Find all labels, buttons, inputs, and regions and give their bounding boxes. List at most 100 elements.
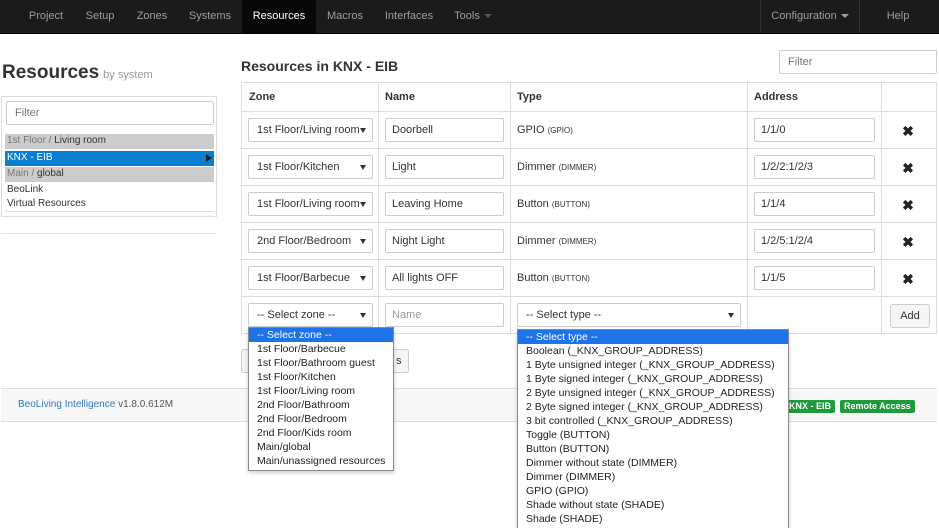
column-header-address[interactable]: Address: [754, 91, 798, 103]
type-option[interactable]: Dimmer without state (DIMMER): [518, 456, 788, 470]
zone-select[interactable]: 1st Floor/Living room: [248, 118, 373, 142]
sidebar-item-knx-eib[interactable]: KNX - EIB: [5, 151, 214, 166]
new-name-input[interactable]: Name: [385, 303, 504, 327]
zone-select-value: 1st Floor/Kitchen: [257, 161, 340, 173]
type-option[interactable]: Button (BUTTON): [518, 442, 788, 456]
type-cell: Button (BUTTON): [517, 198, 590, 210]
nav-setup[interactable]: Setup: [74, 0, 126, 33]
app-name-link[interactable]: BeoLiving Intelligence: [18, 399, 115, 410]
chevron-down-icon: [360, 165, 366, 170]
divider: [1, 233, 217, 234]
zone-option[interactable]: 2nd Floor/Kids room: [249, 426, 393, 440]
zone-select-value: 2nd Floor/Bedroom: [257, 235, 352, 247]
type-option[interactable]: 2 Byte unsigned integer (_KNX_GROUP_ADDR…: [518, 386, 788, 400]
table-rule: [510, 83, 511, 333]
nav-macros[interactable]: Macros: [316, 0, 374, 33]
type-option[interactable]: 1 Byte signed integer (_KNX_GROUP_ADDRES…: [518, 372, 788, 386]
zone-option[interactable]: 1st Floor/Living room: [249, 384, 393, 398]
type-option[interactable]: Shade without state (SHADE): [518, 498, 788, 512]
address-input[interactable]: 1/1/4: [754, 192, 875, 216]
footer: BeoLiving Intelligence v1.8.0.612M KNX -…: [1, 388, 937, 422]
top-navbar: Project Setup Zones Systems Resources Ma…: [0, 0, 939, 34]
zone-select[interactable]: 2nd Floor/Bedroom: [248, 229, 373, 253]
zone-option[interactable]: 2nd Floor/Bathroom: [249, 398, 393, 412]
nav-project[interactable]: Project: [18, 0, 74, 33]
zone-option[interactable]: -- Select zone --: [249, 328, 393, 342]
zone-option[interactable]: 1st Floor/Kitchen: [249, 370, 393, 384]
type-option[interactable]: Toggle (BUTTON): [518, 428, 788, 442]
sidebar-item-virtual-resources[interactable]: Virtual Resources: [5, 197, 214, 212]
type-option[interactable]: GPIO (GPIO): [518, 484, 788, 498]
address-input[interactable]: 1/2/5:1/2/4: [754, 229, 875, 253]
delete-icon[interactable]: ✖: [902, 160, 914, 177]
new-type-select-value: -- Select type --: [526, 309, 602, 321]
zone-dropdown-list: -- Select zone -- 1st Floor/Barbecue 1st…: [248, 327, 394, 471]
zone-select[interactable]: 1st Floor/Kitchen: [248, 155, 373, 179]
zone-select[interactable]: 1st Floor/Barbecue: [248, 266, 373, 290]
name-input[interactable]: Night Light: [385, 229, 504, 253]
caret-right-icon: [206, 154, 212, 162]
type-code: (BUTTON): [551, 200, 590, 209]
table-rule: [242, 148, 936, 149]
nav-resources[interactable]: Resources: [242, 0, 316, 33]
delete-icon[interactable]: ✖: [902, 271, 914, 288]
sidebar-item-beolink[interactable]: BeoLink: [5, 183, 214, 198]
name-input[interactable]: Light: [385, 155, 504, 179]
zone-select[interactable]: 1st Floor/Living room: [248, 192, 373, 216]
address-input[interactable]: 1/1/5: [754, 266, 875, 290]
type-option[interactable]: 1 Byte unsigned integer (_KNX_GROUP_ADDR…: [518, 358, 788, 372]
address-input[interactable]: 1/1/0: [754, 118, 875, 142]
delete-icon[interactable]: ✖: [902, 234, 914, 251]
type-label: Dimmer: [517, 161, 556, 173]
zone-option[interactable]: Main/global: [249, 440, 393, 454]
resources-title: Resources in KNX - EIB: [241, 58, 399, 74]
column-header-zone[interactable]: Zone: [249, 91, 275, 103]
column-header-name[interactable]: Name: [385, 91, 415, 103]
zone-option[interactable]: 1st Floor/Bathroom guest: [249, 356, 393, 370]
sidebar-filter-input[interactable]: [6, 101, 214, 125]
nav-tools-label: Tools: [454, 10, 480, 22]
column-header-type[interactable]: Type: [517, 91, 542, 103]
zone-select-value: 1st Floor/Living room: [257, 124, 360, 136]
chevron-down-icon: [360, 202, 366, 207]
type-option[interactable]: Shade (SHADE): [518, 512, 788, 526]
zone-option[interactable]: Main/unassigned resources: [249, 454, 393, 468]
resources-table: Zone Name Type Address 1st Floor/Living …: [241, 82, 937, 334]
type-label: Button: [517, 198, 549, 210]
chevron-down-icon: [360, 313, 366, 318]
type-option[interactable]: -- Select type --: [518, 330, 788, 344]
nav-interfaces[interactable]: Interfaces: [374, 0, 444, 33]
resources-filter-input[interactable]: [779, 50, 937, 74]
sidebar-item-main-global[interactable]: Main / global: [5, 167, 214, 182]
footer-version: BeoLiving Intelligence v1.8.0.612M: [18, 399, 173, 410]
type-option[interactable]: Boolean (_KNX_GROUP_ADDRESS): [518, 344, 788, 358]
type-option[interactable]: 3 bit controlled (_KNX_GROUP_ADDRESS): [518, 414, 788, 428]
type-option[interactable]: 2 Byte signed integer (_KNX_GROUP_ADDRES…: [518, 400, 788, 414]
nav-zones[interactable]: Zones: [126, 0, 178, 33]
sidebar-item-living-room[interactable]: 1st Floor / Living room: [5, 134, 214, 149]
nav-configuration[interactable]: Configuration: [761, 0, 859, 33]
nav-tools[interactable]: Tools: [444, 0, 502, 33]
new-type-select[interactable]: -- Select type --: [517, 303, 741, 327]
sidebar-item-floor: 1st Floor /: [7, 135, 55, 146]
nav-help[interactable]: Help: [860, 0, 936, 33]
new-zone-select[interactable]: -- Select zone --: [248, 303, 373, 327]
page-subtitle: by system: [103, 69, 153, 81]
name-input[interactable]: All lights OFF: [385, 266, 504, 290]
type-label: GPIO: [517, 124, 545, 136]
chevron-down-icon: [840, 14, 849, 19]
name-input[interactable]: Doorbell: [385, 118, 504, 142]
add-button[interactable]: Add: [890, 304, 930, 328]
type-code: (GPIO): [547, 126, 573, 135]
chevron-down-icon: [360, 276, 366, 281]
zone-option[interactable]: 1st Floor/Barbecue: [249, 342, 393, 356]
type-cell: Dimmer (DIMMER): [517, 161, 596, 173]
zone-option[interactable]: 2nd Floor/Bedroom: [249, 412, 393, 426]
nav-systems[interactable]: Systems: [178, 0, 242, 33]
type-option[interactable]: Dimmer (DIMMER): [518, 470, 788, 484]
address-input[interactable]: 1/2/2:1/2/3: [754, 155, 875, 179]
delete-icon[interactable]: ✖: [902, 123, 914, 140]
name-input[interactable]: Leaving Home: [385, 192, 504, 216]
system-list: 1st Floor / Living room KNX - EIB Main /…: [1, 96, 217, 217]
delete-icon[interactable]: ✖: [902, 197, 914, 214]
